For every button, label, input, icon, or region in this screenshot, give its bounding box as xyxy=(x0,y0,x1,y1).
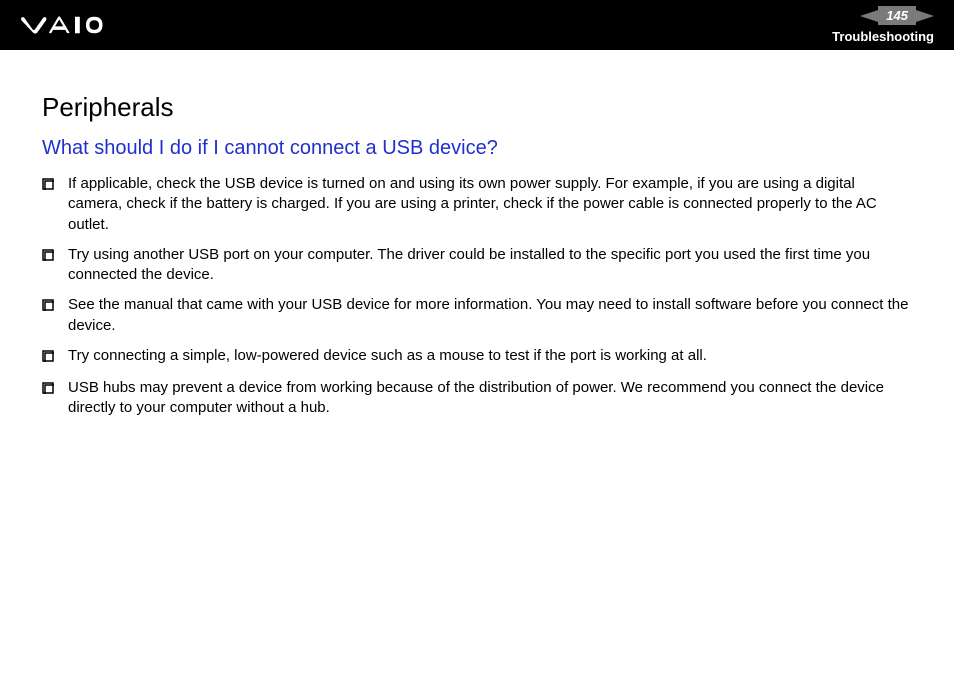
section-label: Troubleshooting xyxy=(832,29,934,44)
bullet-icon xyxy=(42,380,54,400)
bullet-text: USB hubs may prevent a device from worki… xyxy=(68,378,912,419)
prev-page-arrow-icon[interactable] xyxy=(860,10,878,22)
bullet-text: Try connecting a simple, low-powered dev… xyxy=(68,346,912,366)
bullet-icon xyxy=(42,176,54,196)
bullet-text: See the manual that came with your USB d… xyxy=(68,295,912,336)
list-item: If applicable, check the USB device is t… xyxy=(42,174,912,235)
bullet-icon xyxy=(42,297,54,317)
page-content: Peripherals What should I do if I cannot… xyxy=(0,50,954,449)
header-right: 145 Troubleshooting xyxy=(832,6,934,44)
vaio-logo xyxy=(20,15,130,35)
next-page-arrow-icon[interactable] xyxy=(916,10,934,22)
page-nav: 145 xyxy=(860,6,934,25)
bullet-list: If applicable, check the USB device is t… xyxy=(42,174,912,419)
bullet-text: Try using another USB port on your compu… xyxy=(68,245,912,286)
list-item: Try using another USB port on your compu… xyxy=(42,245,912,286)
list-item: Try connecting a simple, low-powered dev… xyxy=(42,346,912,368)
page-header: 145 Troubleshooting xyxy=(0,0,954,50)
bullet-icon xyxy=(42,348,54,368)
bullet-icon xyxy=(42,247,54,267)
page-number: 145 xyxy=(878,6,916,25)
bullet-text: If applicable, check the USB device is t… xyxy=(68,174,912,235)
sub-heading: What should I do if I cannot connect a U… xyxy=(42,137,912,160)
main-heading: Peripherals xyxy=(42,92,912,123)
list-item: USB hubs may prevent a device from worki… xyxy=(42,378,912,419)
list-item: See the manual that came with your USB d… xyxy=(42,295,912,336)
